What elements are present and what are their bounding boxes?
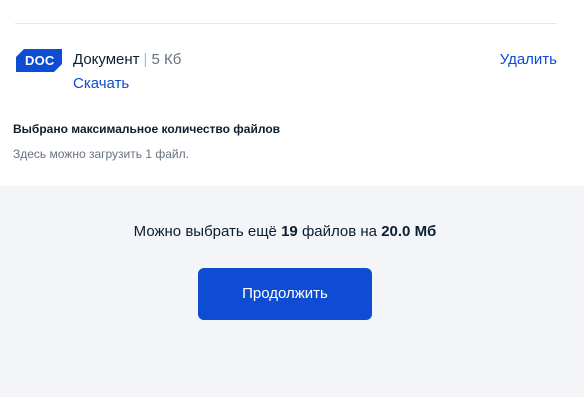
doc-badge-label: DOC (25, 53, 55, 68)
uploaded-files-card: DOC Документ | 5 Кб Скачать Удалить Выбран… (0, 0, 584, 186)
divider (15, 23, 557, 24)
file-name: Документ (73, 51, 140, 68)
remaining-prefix: Можно выбрать ещё (133, 223, 277, 240)
remaining-files-info: Можно выбрать ещё 19 файлов на 20.0 Мб (0, 223, 570, 241)
limit-message-title: Выбрано максимальное количество файлов (13, 122, 281, 136)
file-size: 5 Кб (151, 51, 182, 68)
file-separator: | (143, 51, 148, 68)
remaining-size: 20.0 Мб (381, 223, 437, 240)
continue-button[interactable]: Продолжить (198, 268, 372, 320)
remaining-middle: файлов на (301, 223, 378, 240)
download-link[interactable]: Скачать (73, 75, 129, 93)
remaining-count: 19 (281, 223, 298, 240)
file-info: Документ | 5 Кб (73, 51, 181, 69)
delete-link[interactable]: Удалить (500, 51, 557, 69)
limit-message-subtitle: Здесь можно загрузить 1 файл. (13, 147, 189, 161)
doc-file-icon: DOC (16, 49, 62, 72)
